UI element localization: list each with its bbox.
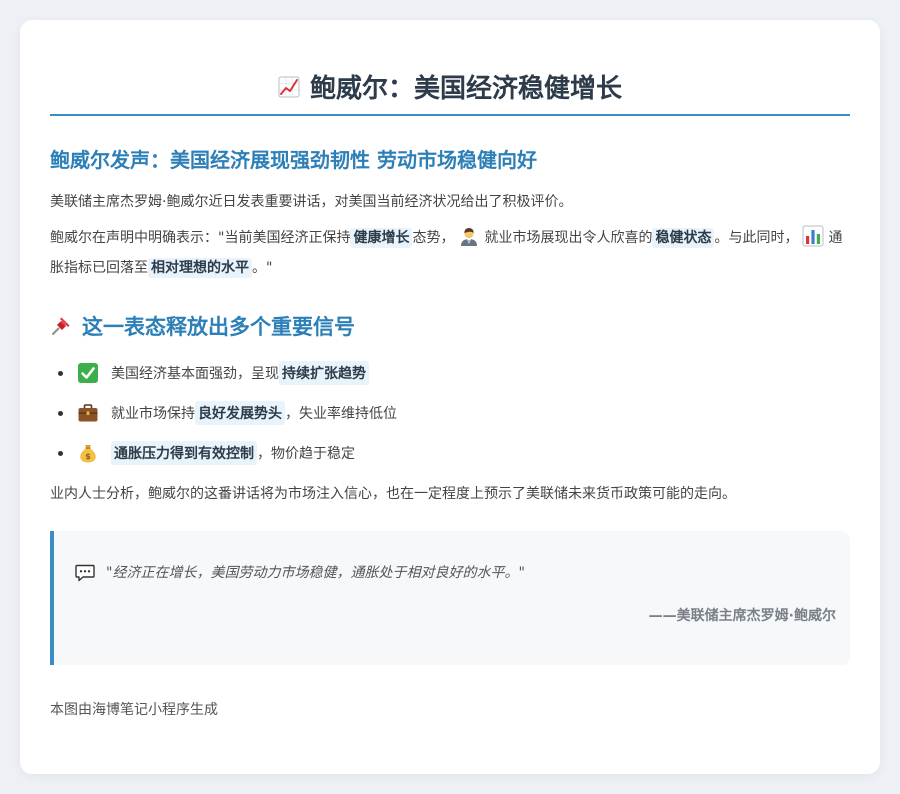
list-item: 就业市场保持 良好发展势头 ，失业率维持低位 (50, 393, 850, 433)
statement-text-3: 就业市场展现出令人欣喜的 (484, 230, 653, 246)
office-worker-icon (458, 225, 480, 247)
footer-note: 本图由海博笔记小程序生成 (50, 702, 218, 718)
signal-highlight: 通胀压力得到有效控制 (111, 441, 257, 465)
list-bullet (58, 370, 63, 376)
intro-paragraph: 美联储主席杰罗姆·鲍威尔近日发表重要讲话，对美国当前经济状况给出了积极评价。 (50, 194, 573, 210)
list-bullet (58, 410, 63, 416)
highlight-ideal-level: 相对理想的水平 (148, 258, 252, 278)
signal-text-after: ，物价趋于稳定 (257, 446, 355, 462)
page-title-text: 鲍威尔：美国经济稳健增长 (309, 74, 622, 104)
signal-text-before: 就业市场保持 (111, 406, 195, 422)
page-title: 鲍威尔：美国经济稳健增长 (278, 68, 622, 105)
pushpin-icon (50, 315, 72, 337)
quote-block: "经济正在增长，美国劳动力市场稳健，通胀处于相对良好的水平。" ——美联储主席杰… (50, 531, 850, 665)
chart-increasing-icon (278, 76, 300, 98)
briefcase-icon (77, 402, 99, 424)
list-item: 美国经济基本面强劲，呈现 持续扩张趋势 (50, 353, 850, 393)
section-heading: 这一表态释放出多个重要信号 (50, 311, 850, 341)
article-card: 鲍威尔：美国经济稳健增长 鲍威尔发声：美国经济展现强劲韧性 劳动市场稳健向好 美… (20, 20, 880, 774)
signal-highlight: 持续扩张趋势 (279, 361, 369, 385)
section-heading-text: 这一表态释放出多个重要信号 (82, 315, 355, 339)
signals-list: 美国经济基本面强劲，呈现 持续扩张趋势 就业市场保持 良好发展势头 ，失业率维持低位 (50, 353, 850, 473)
money-bag-icon: $ (77, 442, 99, 464)
list-item: $ 通胀压力得到有效控制 ，物价趋于稳定 (50, 433, 850, 473)
article-subtitle: 鲍威尔发声：美国经济展现强劲韧性 劳动市场稳健向好 (50, 148, 537, 172)
speech-bubble-icon (74, 561, 96, 583)
statement-text-2: 态势， (412, 230, 455, 246)
quote-line: "经济正在增长，美国劳动力市场稳健，通胀处于相对良好的水平。" (74, 561, 836, 583)
statement-text-1: 鲍威尔在声明中明确表示："当前美国经济正保持 (50, 230, 351, 246)
quote-text: "经济正在增长，美国劳动力市场稳健，通胀处于相对良好的水平。" (106, 565, 525, 581)
statement-paragraph: 鲍威尔在声明中明确表示："当前美国经济正保持 健康增长 态势， 就业市场展现出令人欣… (50, 223, 850, 283)
signal-text-after: ，失业率维持低位 (285, 406, 397, 422)
statement-text-4: 。与此同时， (714, 230, 799, 246)
bar-chart-icon (802, 225, 824, 247)
check-mark-icon (77, 362, 99, 384)
highlight-stable-state: 稳健状态 (652, 228, 715, 248)
analysis-paragraph: 业内人士分析，鲍威尔的这番讲话将为市场注入信心，也在一定程度上预示了美联储未来货… (50, 486, 736, 502)
list-bullet (58, 450, 63, 456)
highlight-healthy-growth: 健康增长 (350, 228, 413, 248)
statement-text-6: 。" (252, 260, 273, 276)
svg-text:$: $ (85, 452, 91, 461)
signal-text-before: 美国经济基本面强劲，呈现 (111, 366, 279, 382)
quote-author: ——美联储主席杰罗姆·鲍威尔 (648, 608, 836, 624)
title-block: 鲍威尔：美国经济稳健增长 (50, 68, 850, 116)
signal-highlight: 良好发展势头 (195, 401, 285, 425)
